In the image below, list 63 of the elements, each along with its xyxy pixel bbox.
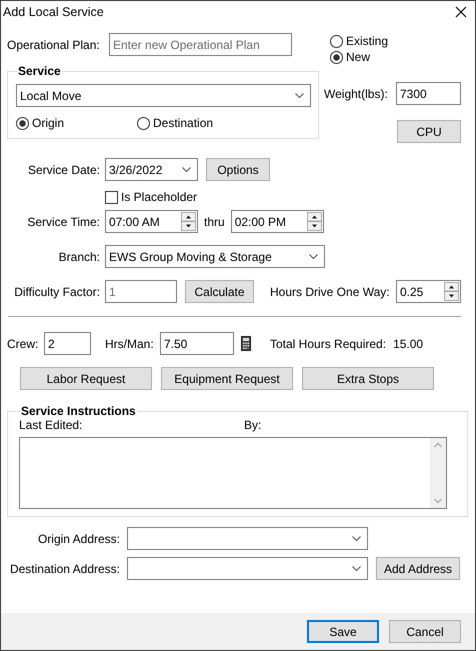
dropdown[interactable]: [127, 527, 368, 550]
checkbox-icon[interactable]: [105, 190, 118, 204]
text-area[interactable]: [19, 437, 447, 509]
spin-arrows-icon: [444, 282, 459, 301]
radio-button[interactable]: Existing: [330, 34, 461, 48]
close-icon[interactable]: [455, 6, 467, 18]
calculator-icon[interactable]: [241, 336, 251, 351]
number-spinner[interactable]: 0.25: [396, 280, 461, 303]
dialog-button[interactable]: Cancel: [389, 620, 461, 643]
options-button[interactable]: Options: [206, 158, 270, 181]
input-field[interactable]: 7300: [396, 82, 461, 105]
date-picker[interactable]: 3/26/2022: [105, 158, 198, 181]
spin-arrows-icon: [181, 212, 196, 231]
dropdown[interactable]: Local Move: [16, 84, 311, 107]
field-label: thru: [204, 214, 225, 228]
radio-icon[interactable]: [330, 50, 343, 64]
field-label: Weight(lbs):: [324, 86, 388, 100]
field-label: Crew:: [7, 336, 40, 350]
chevron-icon: [309, 254, 318, 259]
chevron-icon: [182, 167, 191, 172]
spin-arrows-icon: [306, 212, 322, 231]
time-spinner[interactable]: 07:00 AM: [105, 210, 198, 233]
radio-button[interactable]: Destination: [137, 116, 214, 130]
field-label: Origin Address:: [36, 532, 120, 546]
field-label: Operational Plan:: [7, 38, 101, 52]
add-address-button[interactable]: Add Address: [376, 557, 460, 580]
window-title: Add Local Service: [3, 5, 104, 19]
field-label: Last Edited:: [19, 418, 84, 432]
field-label: By:: [244, 418, 262, 432]
total-hours-value: 15.00: [393, 336, 424, 350]
field-label: Difficulty Factor:: [13, 284, 100, 298]
field-label: Hrs/Man:: [105, 336, 155, 350]
radio-icon[interactable]: [330, 34, 343, 48]
field-label: Hours Drive One Way:: [270, 284, 391, 298]
radio-icon[interactable]: [16, 116, 29, 130]
dropdown[interactable]: [127, 557, 368, 580]
dropdown[interactable]: EWS Group Moving & Storage: [105, 245, 325, 268]
input-field[interactable]: 1: [105, 280, 177, 303]
field-label: Branch:: [58, 250, 100, 264]
input-field[interactable]: Enter new Operational Plan: [109, 33, 292, 56]
group-title: Service Instructions: [20, 404, 137, 418]
radio-icon[interactable]: [137, 116, 150, 130]
field-label: Destination Address:: [8, 562, 120, 576]
field-label: Total Hours Required:: [270, 336, 386, 350]
request-button[interactable]: Labor Request: [20, 367, 152, 390]
dialog-button[interactable]: Save: [307, 620, 379, 643]
input-field[interactable]: 2: [44, 332, 91, 355]
request-button[interactable]: Extra Stops: [302, 367, 434, 390]
request-button[interactable]: Equipment Request: [161, 367, 293, 390]
field-label: Service Time:: [26, 214, 100, 228]
time-spinner[interactable]: 02:00 PM: [230, 210, 324, 233]
radio-button[interactable]: Origin: [16, 116, 137, 130]
chevron-icon: [352, 566, 361, 571]
input-field[interactable]: 7.50: [160, 332, 234, 355]
scrollbar-drawing: [430, 438, 446, 508]
chevron-icon: [352, 536, 361, 541]
radio-button[interactable]: New: [330, 50, 461, 64]
calculate-button[interactable]: Calculate: [185, 280, 254, 303]
chevron-icon: [295, 93, 304, 98]
group-title: Service: [17, 64, 62, 78]
field-label: Service Date:: [26, 162, 100, 176]
checkbox[interactable]: Is Placeholder: [105, 190, 198, 204]
cpu-button[interactable]: CPU: [397, 120, 461, 143]
